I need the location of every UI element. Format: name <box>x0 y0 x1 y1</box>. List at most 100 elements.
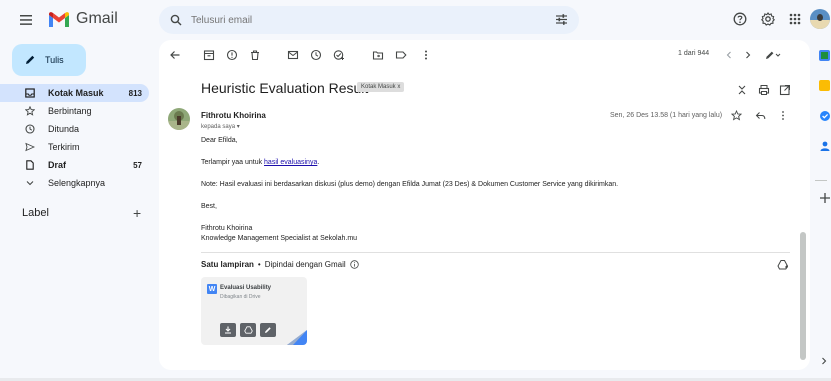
download-button[interactable] <box>220 323 236 337</box>
word-doc-icon: W <box>207 284 217 294</box>
compose-label: Tulis <box>45 55 64 65</box>
sidebar-item-drafts[interactable]: Draf 57 <box>0 156 149 174</box>
add-addon-icon[interactable] <box>819 192 831 204</box>
labels-heading: Label <box>22 207 49 219</box>
expand-panel-chevron-icon[interactable] <box>819 355 829 367</box>
collapse-all-icon[interactable] <box>737 84 747 96</box>
scrollbar-thumb[interactable] <box>800 232 806 360</box>
inbox-icon <box>25 88 35 98</box>
recipient-details[interactable]: kepada saya ▾ <box>201 123 240 130</box>
main-menu-button[interactable] <box>18 12 36 28</box>
snooze-clock-icon[interactable] <box>310 49 322 61</box>
apps-grid-icon[interactable] <box>788 12 802 26</box>
attachment-subtitle: Dibagikan di Drive <box>220 294 261 300</box>
draft-file-icon <box>26 160 34 170</box>
compose-button[interactable]: Tulis <box>12 44 86 76</box>
sidebar-item-inbox[interactable]: Kotak Masuk 813 <box>0 84 149 102</box>
sidebar-item-starred[interactable]: Berbintang <box>0 102 149 120</box>
settings-gear-icon[interactable] <box>761 12 775 26</box>
contacts-icon[interactable] <box>819 140 831 152</box>
send-icon <box>25 142 35 152</box>
email-greeting: Dear Efilda, <box>201 137 238 144</box>
star-icon[interactable] <box>731 110 742 121</box>
back-arrow-icon[interactable] <box>169 49 181 61</box>
attachment-card[interactable]: W Evaluasi Usability Dibagikan di Drive <box>201 277 307 345</box>
help-icon[interactable] <box>733 12 747 26</box>
app-title: Gmail <box>76 10 118 27</box>
sidebar-item-sent[interactable]: Terkirim <box>0 138 149 156</box>
keep-icon[interactable] <box>819 80 830 91</box>
attachments-count: Satu lampiran <box>201 260 254 269</box>
search-bar[interactable] <box>159 6 579 34</box>
input-tools-pen-icon[interactable] <box>764 49 782 61</box>
add-task-icon[interactable] <box>333 49 345 61</box>
tasks-icon[interactable] <box>819 110 831 122</box>
drive-add-icon <box>243 326 253 334</box>
add-all-to-drive-icon[interactable] <box>777 259 789 271</box>
email-subject: Heuristic Evaluation Result <box>201 80 369 96</box>
draft-count: 57 <box>133 160 142 170</box>
sidebar-item-label: Terkirim <box>48 142 80 152</box>
print-icon[interactable] <box>758 84 770 96</box>
sender-name[interactable]: Fithrotu Khoirina <box>201 111 266 120</box>
pencil-icon <box>265 327 271 333</box>
chevron-down-icon <box>26 181 34 186</box>
inbox-label-chip[interactable]: Kotak Masuk x <box>357 82 405 92</box>
more-vertical-icon[interactable] <box>423 49 429 61</box>
hamburger-icon <box>20 15 32 25</box>
body-text: . <box>317 159 320 166</box>
download-icon <box>225 326 231 334</box>
attachment-title: Evaluasi Usability <box>220 285 272 291</box>
sidebar-item-label: Berbintang <box>48 106 92 116</box>
chevron-right-icon[interactable] <box>743 49 753 61</box>
chevron-left-icon[interactable] <box>724 49 734 61</box>
account-avatar[interactable] <box>810 9 830 29</box>
signature-name: Fithrotu Khoirina <box>201 225 253 232</box>
evaluation-link[interactable]: hasil evaluasinya <box>264 159 317 166</box>
separator-dot: • <box>257 260 261 269</box>
search-input[interactable] <box>191 14 521 26</box>
body-text: Terlampir yaa untuk <box>201 159 265 166</box>
divider <box>201 252 790 253</box>
more-vertical-icon[interactable] <box>780 110 786 121</box>
reply-icon[interactable] <box>755 110 766 121</box>
sidebar-item-label: Ditunda <box>48 124 80 134</box>
archive-icon[interactable] <box>203 49 215 61</box>
sidebar-item-snoozed[interactable]: Ditunda <box>0 120 149 138</box>
add-label-button[interactable]: + <box>133 205 141 221</box>
email-body-line: Terlampir yaa untuk hasil evaluasinya. <box>201 159 319 166</box>
email-date: Sen, 26 Des 13.58 (1 hari yang lalu) <box>610 112 723 119</box>
info-icon[interactable] <box>349 260 359 269</box>
attachments-header: Satu lampiran • Dipindai dengan Gmail <box>201 260 359 269</box>
gmail-m-icon <box>49 11 69 27</box>
gmail-logo[interactable]: Gmail <box>48 10 118 28</box>
edit-button[interactable] <box>260 323 276 337</box>
pencil-icon <box>26 55 35 64</box>
rail-divider <box>815 180 827 181</box>
email-note: Note: Hasil evaluasi ini berdasarkan dis… <box>201 181 619 188</box>
unread-count: 813 <box>128 88 142 98</box>
pagination-count: 1 dari 944 <box>678 50 710 57</box>
email-closing: Best, <box>201 203 217 210</box>
trash-icon[interactable] <box>249 49 261 61</box>
add-to-drive-button[interactable] <box>240 323 256 337</box>
search-icon[interactable] <box>170 14 182 26</box>
sidebar-item-label: Selengkapnya <box>48 178 106 188</box>
sidebar-item-label: Draf <box>48 160 67 170</box>
open-new-window-icon[interactable] <box>779 84 791 96</box>
calendar-icon[interactable] <box>819 50 830 61</box>
scanned-label: Dipindai dengan Gmail <box>264 260 346 269</box>
sender-photo-icon <box>168 108 190 130</box>
doc-corner-icon <box>287 330 307 345</box>
signature-title: Knowledge Management Specialist at Sekol… <box>201 235 358 242</box>
sender-avatar[interactable] <box>168 108 190 130</box>
report-spam-icon[interactable] <box>226 49 238 61</box>
sidebar-item-more[interactable]: Selengkapnya <box>0 174 149 192</box>
sidebar-item-label: Kotak Masuk <box>48 88 104 98</box>
label-icon[interactable] <box>395 49 407 61</box>
email-view: 1 dari 944 Heuristic Evaluation Result K… <box>159 40 810 370</box>
search-options-icon[interactable] <box>555 13 568 26</box>
move-to-folder-icon[interactable] <box>372 49 384 61</box>
mark-unread-icon[interactable] <box>287 49 299 61</box>
clock-icon <box>25 124 35 134</box>
